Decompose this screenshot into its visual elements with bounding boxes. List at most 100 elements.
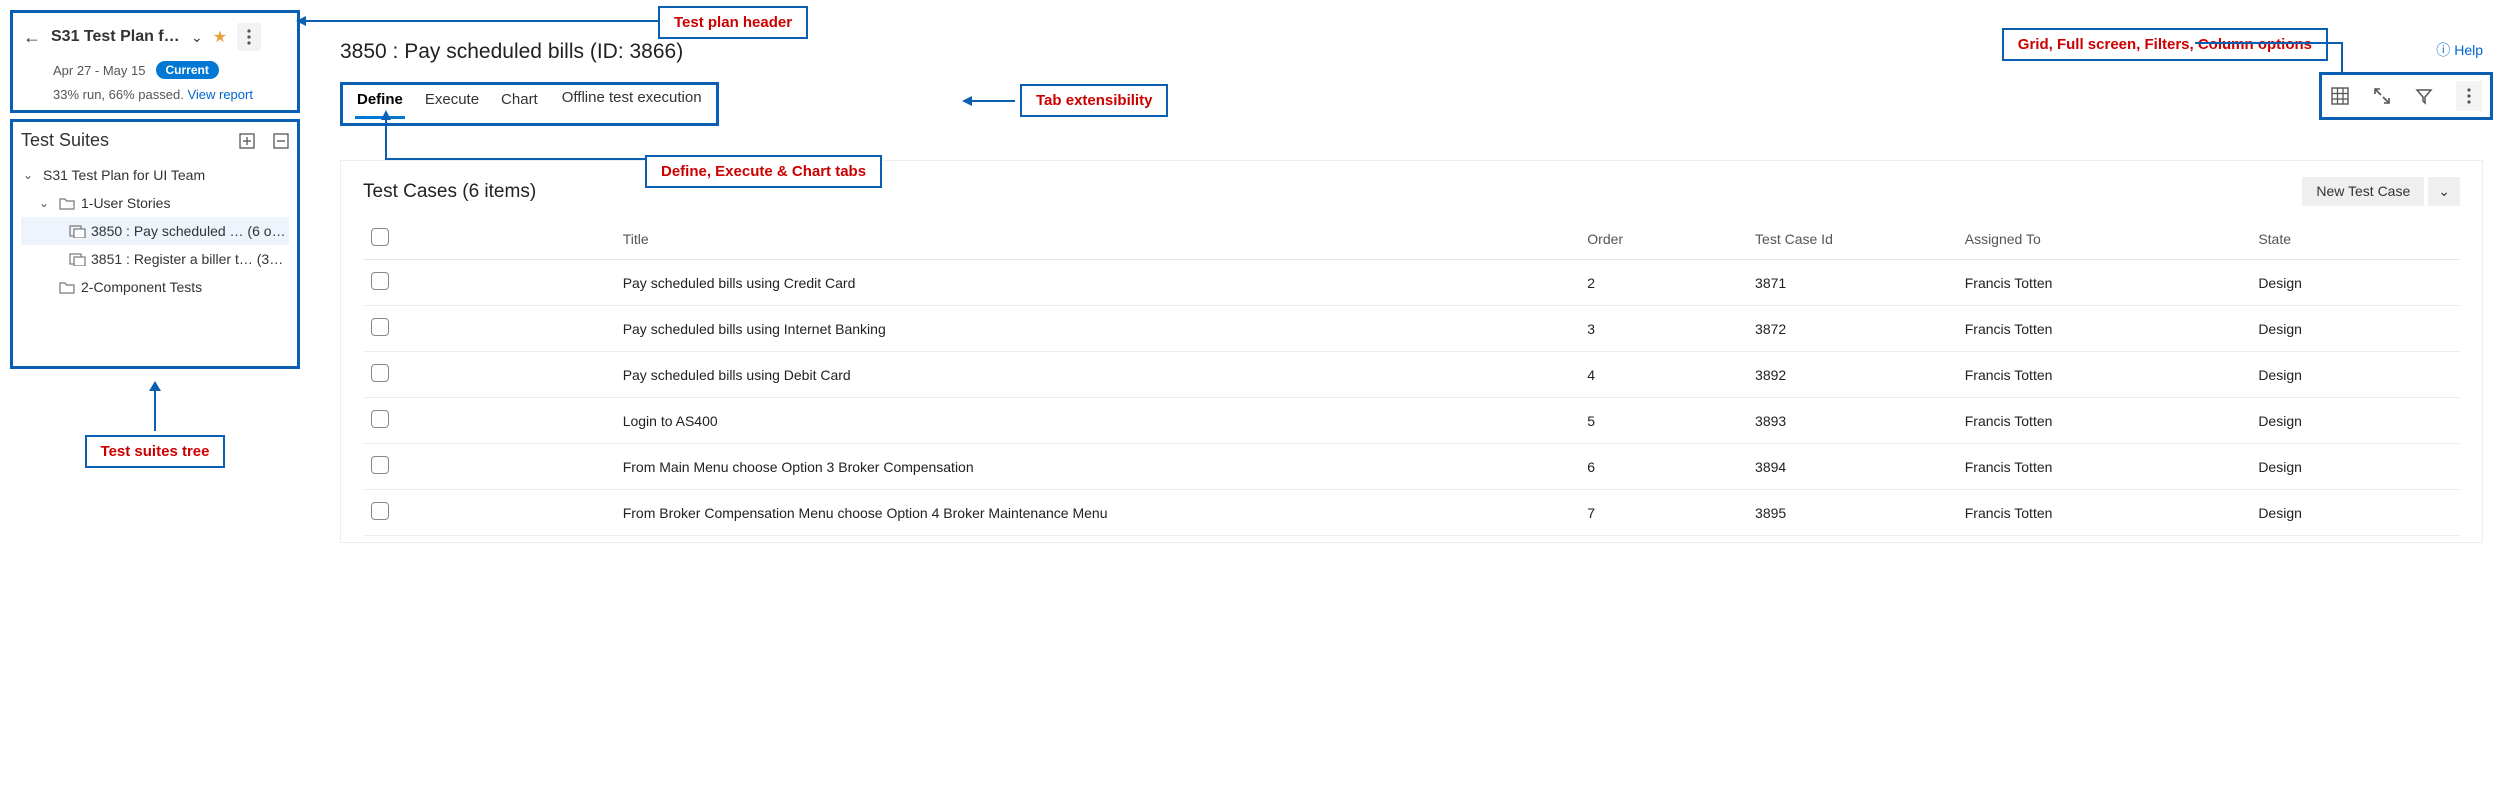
- tab-execute[interactable]: Execute: [423, 89, 481, 119]
- tree-folder-user-stories[interactable]: ⌄ 1-User Stories: [21, 189, 289, 217]
- grid-view-icon[interactable]: [2330, 86, 2350, 106]
- plan-dates: Apr 27 - May 15: [53, 63, 146, 78]
- new-test-case-button[interactable]: New Test Case: [2302, 177, 2424, 206]
- annotation-line: [2195, 42, 2343, 44]
- annotation-plan-header: Test plan header: [658, 6, 808, 39]
- tree-folder-component-tests[interactable]: 2-Component Tests: [21, 273, 289, 301]
- chevron-down-icon: ⌄: [23, 168, 37, 182]
- folder-icon: [59, 280, 75, 294]
- annotation-line: [385, 118, 387, 158]
- new-test-case-dropdown[interactable]: ⌄: [2428, 177, 2460, 206]
- view-report-link[interactable]: View report: [187, 87, 253, 102]
- favorite-star-icon[interactable]: ★: [213, 27, 227, 47]
- cell-state: Design: [2250, 260, 2460, 306]
- suite-icon: [69, 252, 85, 266]
- test-cases-table: Title Order Test Case Id Assigned To Sta…: [363, 218, 2460, 536]
- col-header-title[interactable]: Title: [615, 218, 1580, 260]
- help-icon: ⓘ: [2436, 40, 2450, 60]
- tab-chart[interactable]: Chart: [499, 89, 540, 119]
- test-cases-panel: Test Cases (6 items) New Test Case ⌄ Tit…: [340, 160, 2483, 543]
- col-header-tcid[interactable]: Test Case Id: [1747, 218, 1957, 260]
- tree-root[interactable]: ⌄ S31 Test Plan for UI Team: [21, 161, 289, 189]
- chevron-down-icon: ⌄: [39, 196, 53, 210]
- cell-tcid: 3892: [1747, 352, 1957, 398]
- cell-state: Design: [2250, 398, 2460, 444]
- cell-state: Design: [2250, 352, 2460, 398]
- annotation-line: [154, 391, 156, 431]
- cell-title: From Main Menu choose Option 3 Broker Co…: [615, 444, 1580, 490]
- annotation-arrow-icon: [10, 381, 300, 391]
- tree-suite-3850[interactable]: 3850 : Pay scheduled … (6 of…: [21, 217, 289, 245]
- annotation-line: [2341, 42, 2343, 74]
- cell-tcid: 3871: [1747, 260, 1957, 306]
- add-suite-icon[interactable]: [239, 133, 255, 149]
- annotation-tab-extensibility: Tab extensibility: [1020, 84, 1168, 117]
- cell-state: Design: [2250, 490, 2460, 536]
- cell-title: Pay scheduled bills using Credit Card: [615, 260, 1580, 306]
- col-header-order[interactable]: Order: [1579, 218, 1747, 260]
- cell-order: 3: [1579, 306, 1747, 352]
- cell-order: 6: [1579, 444, 1747, 490]
- current-badge: Current: [156, 61, 219, 79]
- table-row[interactable]: Pay scheduled bills using Debit Card4389…: [363, 352, 2460, 398]
- cell-order: 5: [1579, 398, 1747, 444]
- table-row[interactable]: Pay scheduled bills using Internet Banki…: [363, 306, 2460, 352]
- cell-tcid: 3895: [1747, 490, 1957, 536]
- cell-assigned: Francis Totten: [1957, 444, 2251, 490]
- row-checkbox[interactable]: [371, 318, 389, 336]
- plan-chevron-down-icon[interactable]: ⌄: [191, 29, 203, 46]
- tab-define[interactable]: Define: [355, 89, 405, 119]
- suites-heading: Test Suites: [21, 130, 109, 151]
- cell-tcid: 3894: [1747, 444, 1957, 490]
- back-arrow-icon[interactable]: ←: [23, 27, 41, 48]
- tabs-container: Define Execute Chart Offline test execut…: [340, 82, 719, 126]
- cell-state: Design: [2250, 444, 2460, 490]
- suites-tree: ⌄ S31 Test Plan for UI Team ⌄ 1-User Sto…: [21, 161, 289, 301]
- plan-stats: 33% run, 66% passed.: [53, 87, 184, 102]
- cell-assigned: Francis Totten: [1957, 306, 2251, 352]
- plan-title: S31 Test Plan for …: [51, 28, 181, 46]
- table-row[interactable]: From Main Menu choose Option 3 Broker Co…: [363, 444, 2460, 490]
- cell-title: Pay scheduled bills using Debit Card: [615, 352, 1580, 398]
- annotation-line: [970, 100, 1015, 102]
- cell-tcid: 3893: [1747, 398, 1957, 444]
- row-checkbox[interactable]: [371, 272, 389, 290]
- folder-icon: [59, 196, 75, 210]
- collapse-suite-icon[interactable]: [273, 133, 289, 149]
- cell-assigned: Francis Totten: [1957, 398, 2251, 444]
- col-header-assigned[interactable]: Assigned To: [1957, 218, 2251, 260]
- view-options-toolbar: [2319, 72, 2493, 120]
- annotation-test-suites-tree: Test suites tree: [85, 435, 226, 468]
- plan-more-button[interactable]: [237, 23, 261, 51]
- test-plan-header: ← S31 Test Plan for … ⌄ ★ Apr 27 - May 1…: [10, 10, 300, 113]
- tree-suite-3851[interactable]: 3851 : Register a biller t… (3 …: [21, 245, 289, 273]
- row-checkbox[interactable]: [371, 364, 389, 382]
- table-row[interactable]: From Broker Compensation Menu choose Opt…: [363, 490, 2460, 536]
- row-checkbox[interactable]: [371, 410, 389, 428]
- col-header-state[interactable]: State: [2250, 218, 2460, 260]
- cell-tcid: 3872: [1747, 306, 1957, 352]
- cell-title: Pay scheduled bills using Internet Banki…: [615, 306, 1580, 352]
- cell-title: From Broker Compensation Menu choose Opt…: [615, 490, 1580, 536]
- annotation-line: [304, 20, 664, 22]
- table-row[interactable]: Login to AS40053893Francis TottenDesign: [363, 398, 2460, 444]
- cell-assigned: Francis Totten: [1957, 490, 2251, 536]
- cell-order: 7: [1579, 490, 1747, 536]
- suite-icon: [69, 224, 85, 238]
- annotation-define-execute-chart: Define, Execute & Chart tabs: [645, 155, 882, 188]
- column-options-button[interactable]: [2456, 81, 2482, 111]
- cell-order: 4: [1579, 352, 1747, 398]
- annotation-toolbar: Grid, Full screen, Filters, Column optio…: [2002, 28, 2328, 61]
- help-link[interactable]: ⓘ Help: [2436, 40, 2483, 60]
- cell-assigned: Francis Totten: [1957, 352, 2251, 398]
- annotation-line: [385, 158, 645, 160]
- cases-heading: Test Cases (6 items): [363, 181, 536, 203]
- filter-icon[interactable]: [2414, 86, 2434, 106]
- row-checkbox[interactable]: [371, 502, 389, 520]
- cell-order: 2: [1579, 260, 1747, 306]
- row-checkbox[interactable]: [371, 456, 389, 474]
- fullscreen-icon[interactable]: [2372, 86, 2392, 106]
- table-row[interactable]: Pay scheduled bills using Credit Card238…: [363, 260, 2460, 306]
- select-all-checkbox[interactable]: [371, 228, 389, 246]
- tab-offline[interactable]: Offline test execution: [560, 87, 704, 114]
